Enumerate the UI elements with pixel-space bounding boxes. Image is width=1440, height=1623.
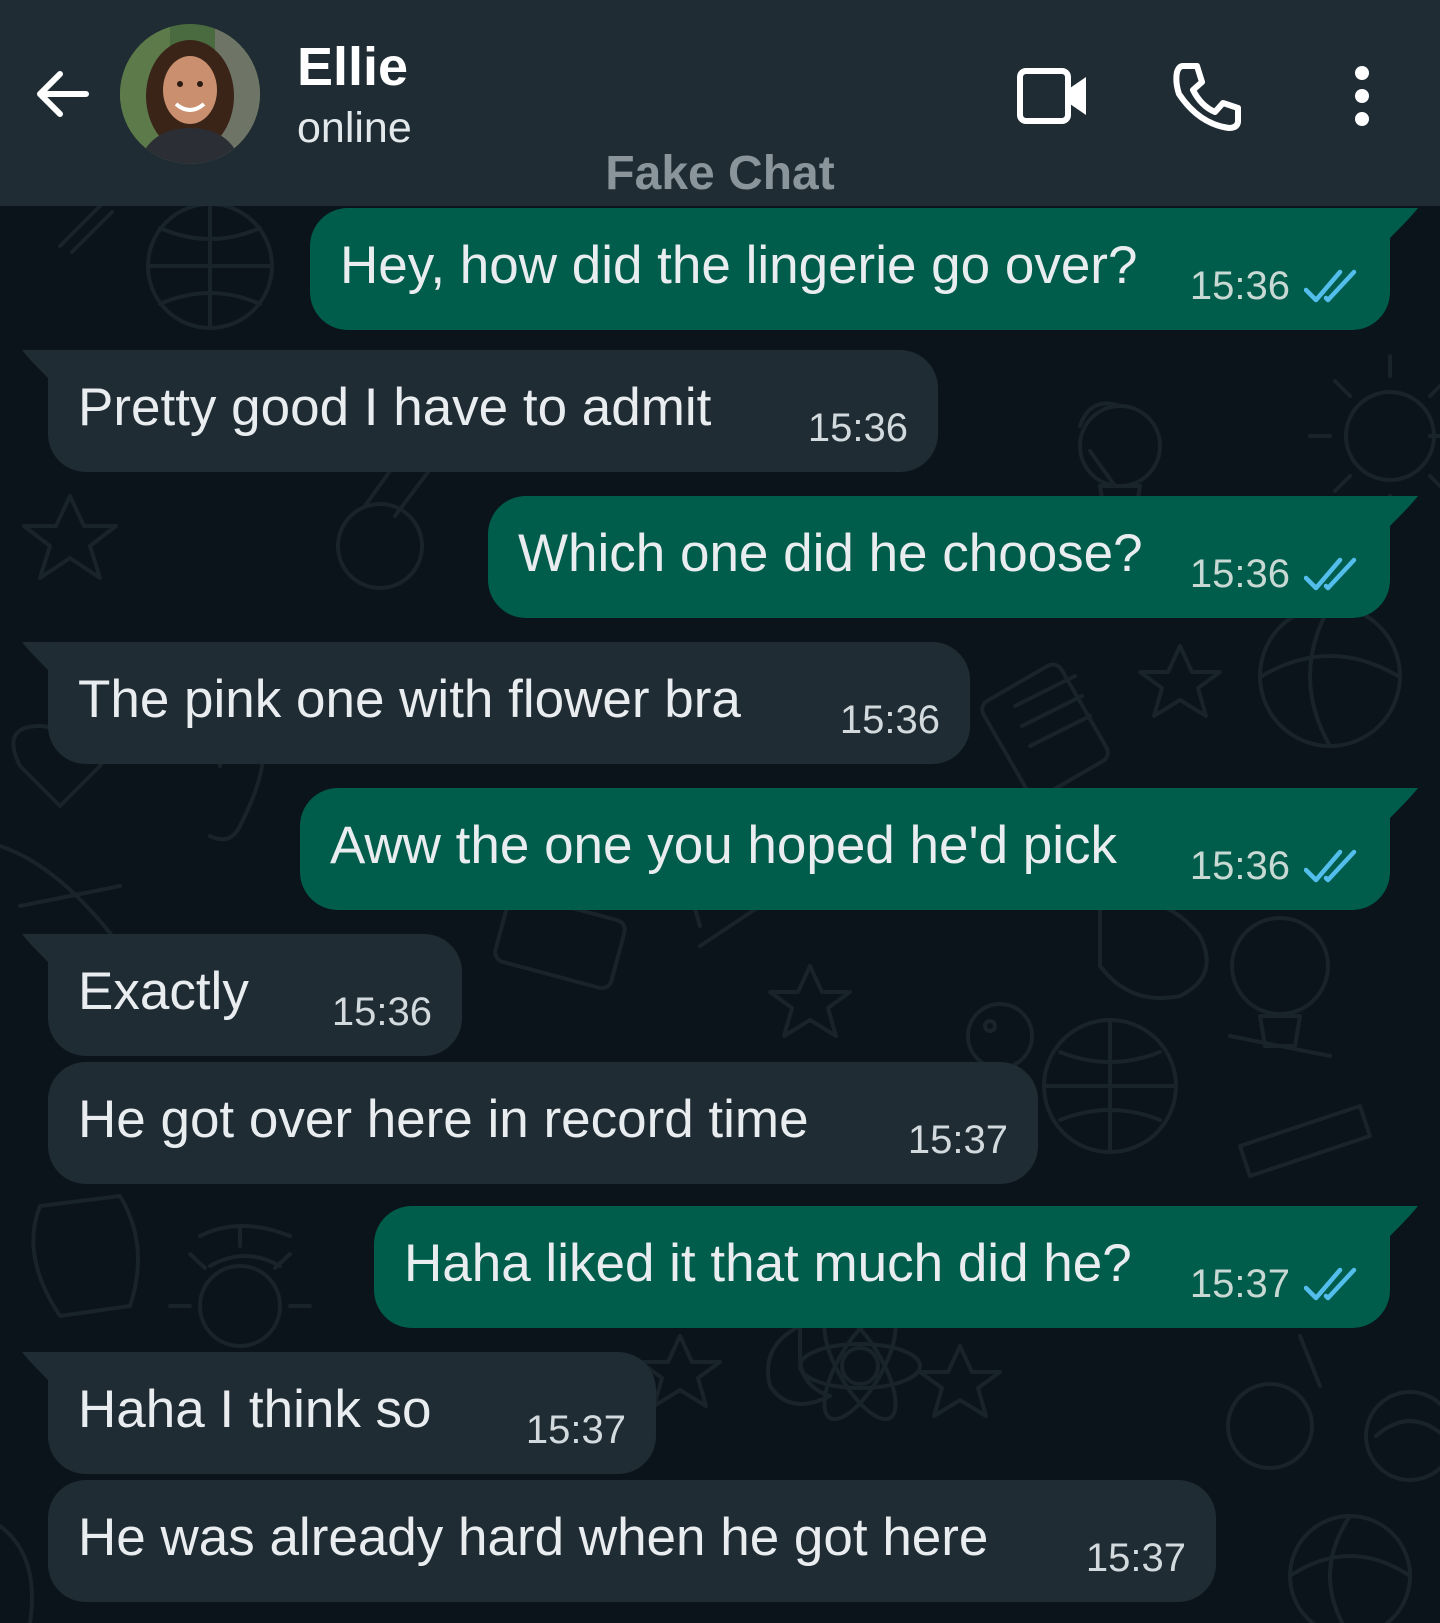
message-time: 15:37 bbox=[525, 1408, 626, 1452]
message-time: 15:36 bbox=[807, 406, 908, 450]
bubble-tail bbox=[1388, 788, 1418, 818]
bubble-tail bbox=[1388, 208, 1418, 238]
message-text: The pink one with flower bra bbox=[78, 670, 741, 729]
phone-icon bbox=[1173, 63, 1241, 131]
message-text: Pretty good I have to admit bbox=[78, 378, 712, 437]
contact-name[interactable]: Ellie bbox=[297, 36, 408, 98]
message-meta: 15:37 bbox=[526, 1408, 626, 1452]
incoming-message[interactable]: He was already hard when he got here 15:3… bbox=[48, 1480, 1216, 1602]
message-time: 15:36 bbox=[1189, 552, 1290, 596]
incoming-message[interactable]: He got over here in record time 15:37 bbox=[48, 1062, 1038, 1184]
message-time: 15:36 bbox=[839, 698, 940, 742]
message-time: 15:37 bbox=[1085, 1536, 1186, 1580]
message-text: Exactly bbox=[78, 962, 249, 1021]
bubble-tail bbox=[22, 350, 52, 380]
message-meta: 15:36 bbox=[1190, 552, 1360, 596]
message-time: 15:36 bbox=[1189, 844, 1290, 888]
message-meta: 15:37 bbox=[1190, 1262, 1360, 1306]
video-call-button[interactable] bbox=[1008, 58, 1098, 134]
message-text: Haha I think so bbox=[78, 1380, 432, 1439]
arrow-left-icon bbox=[37, 71, 89, 117]
message-time: 15:37 bbox=[1189, 1262, 1290, 1306]
chat-header: Ellie online Fake Chat bbox=[0, 0, 1440, 206]
watermark-text: Fake Chat bbox=[605, 147, 835, 200]
outgoing-message[interactable]: Haha liked it that much did he? 15:37 bbox=[374, 1206, 1418, 1328]
message-list[interactable]: Hey, how did the lingerie go over? 15:36 P… bbox=[0, 206, 1440, 1623]
bubble-tail bbox=[22, 934, 52, 964]
message-text: Hey, how did the lingerie go over? bbox=[340, 236, 1138, 295]
chat-screen: Ellie online Fake Chat Hey, how did the … bbox=[0, 0, 1440, 1623]
message-meta: 15:36 bbox=[1190, 844, 1360, 888]
message-text: Haha liked it that much did he? bbox=[404, 1234, 1132, 1293]
read-receipt-icon bbox=[1304, 849, 1357, 883]
read-receipt-icon bbox=[1304, 557, 1357, 591]
message-time: 15:36 bbox=[1189, 264, 1290, 308]
avatar[interactable] bbox=[120, 24, 260, 164]
message-meta: 15:37 bbox=[1086, 1536, 1186, 1580]
message-meta: 15:36 bbox=[332, 990, 432, 1034]
message-time: 15:36 bbox=[331, 990, 432, 1034]
message-meta: 15:36 bbox=[840, 698, 940, 742]
more-options-button[interactable] bbox=[1326, 58, 1398, 134]
voice-call-button[interactable] bbox=[1162, 56, 1252, 136]
read-receipt-icon bbox=[1304, 1267, 1357, 1301]
bubble-tail bbox=[22, 1352, 52, 1382]
incoming-message[interactable]: Exactly 15:36 bbox=[22, 934, 462, 1056]
contact-photo bbox=[120, 24, 260, 164]
incoming-message[interactable]: Haha I think so 15:37 bbox=[22, 1352, 656, 1474]
more-vertical-icon bbox=[1355, 66, 1369, 126]
outgoing-message[interactable]: Which one did he choose? 15:36 bbox=[488, 496, 1418, 618]
message-meta: 15:36 bbox=[808, 406, 908, 450]
bubble-tail bbox=[1388, 1206, 1418, 1236]
message-text: Aww the one you hoped he'd pick bbox=[330, 816, 1118, 875]
back-button[interactable] bbox=[26, 58, 98, 130]
outgoing-message[interactable]: Hey, how did the lingerie go over? 15:36 bbox=[310, 208, 1418, 330]
message-text: He was already hard when he got here bbox=[78, 1508, 989, 1567]
read-receipt-icon bbox=[1304, 269, 1357, 303]
bubble-tail bbox=[1388, 496, 1418, 526]
outgoing-message[interactable]: Aww the one you hoped he'd pick 15:36 bbox=[300, 788, 1418, 910]
bubble-tail bbox=[22, 642, 52, 672]
message-meta: 15:36 bbox=[1190, 264, 1360, 308]
message-text: Which one did he choose? bbox=[518, 524, 1143, 583]
video-call-icon bbox=[1017, 68, 1086, 124]
message-meta: 15:37 bbox=[908, 1118, 1008, 1162]
message-time: 15:37 bbox=[907, 1118, 1008, 1162]
message-text: He got over here in record time bbox=[78, 1090, 809, 1149]
incoming-message[interactable]: Pretty good I have to admit 15:36 bbox=[22, 350, 938, 472]
incoming-message[interactable]: The pink one with flower bra 15:36 bbox=[22, 642, 970, 764]
